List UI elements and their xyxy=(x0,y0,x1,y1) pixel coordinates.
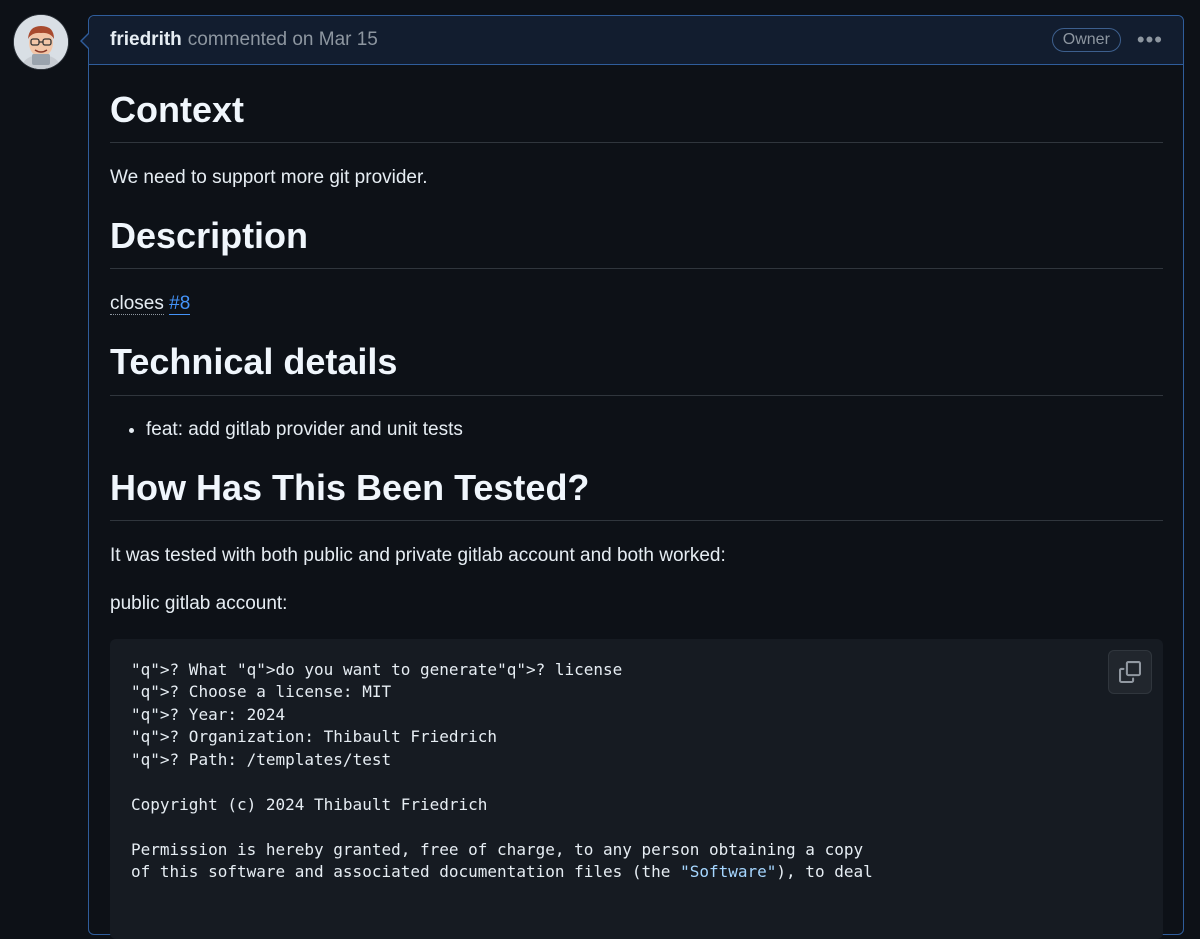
avatar-image xyxy=(14,15,68,69)
context-paragraph: We need to support more git provider. xyxy=(110,167,428,189)
comment-timestamp[interactable]: commented on Mar 15 xyxy=(188,29,378,51)
author-link[interactable]: friedrith xyxy=(110,29,182,51)
code-line: "q">? Choose a license: MIT xyxy=(131,682,392,702)
comment-body: Context We need to support more git prov… xyxy=(89,65,1183,939)
code-line: Permission is hereby granted, free of ch… xyxy=(131,839,864,859)
technical-details-list: feat: add gitlab provider and unit tests xyxy=(110,418,1163,442)
kebab-horizontal-icon[interactable]: ••• xyxy=(1137,29,1163,51)
heading-description: Description xyxy=(110,214,1163,270)
tested-paragraph: It was tested with both public and priva… xyxy=(110,544,726,566)
owner-badge: Owner xyxy=(1051,28,1121,52)
comment-box: friedrith commented on Mar 15 Owner ••• … xyxy=(80,15,1184,939)
heading-technical-details: Technical details xyxy=(110,340,1163,396)
public-account-label: public gitlab account: xyxy=(110,592,288,614)
copy-icon xyxy=(1119,660,1141,683)
code-line: of this software and associated document… xyxy=(131,862,873,882)
avatar[interactable] xyxy=(14,15,68,69)
closes-keyword: closes xyxy=(110,293,164,316)
copy-button[interactable] xyxy=(1108,649,1152,694)
code-line: "q">? Organization: Thibault Friedrich xyxy=(131,727,498,747)
code-line: Copyright (c) 2024 Thibault Friedrich xyxy=(131,794,488,814)
code-line: "q">? Year: 2024 xyxy=(131,704,286,724)
comment-header: friedrith commented on Mar 15 Owner ••• xyxy=(89,16,1183,65)
issue-link[interactable]: #8 xyxy=(169,293,191,316)
description-paragraph: closes #8 xyxy=(110,292,1163,316)
code-line: "q">? Path: /templates/test xyxy=(131,749,392,769)
list-item: feat: add gitlab provider and unit tests xyxy=(146,418,1163,442)
heading-context: Context xyxy=(110,65,1163,144)
heading-how-tested: How Has This Been Tested? xyxy=(110,466,1163,521)
code-line: "q">? What "q">do you want to generate"q… xyxy=(131,659,623,679)
code-content: "q">? What "q">do you want to generate"q… xyxy=(131,659,1143,884)
code-block[interactable]: "q">? What "q">do you want to generate"q… xyxy=(110,638,1163,939)
